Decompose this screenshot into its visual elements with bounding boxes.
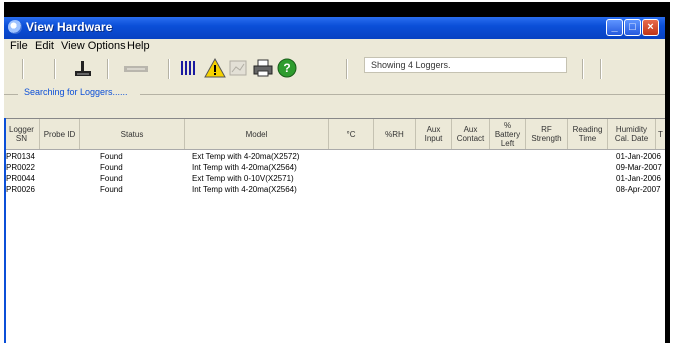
- cell-status: Found: [100, 152, 123, 161]
- column-header-model[interactable]: Model: [185, 119, 329, 149]
- app-icon: [8, 20, 22, 34]
- svg-text:?: ?: [283, 61, 290, 75]
- column-header-logger-sn[interactable]: Logger SN: [4, 119, 40, 149]
- column-header-humidity-cal-date[interactable]: Humidity Cal. Date: [608, 119, 656, 149]
- cell-humidity-cal-date: 01-Jan-2006: [616, 174, 661, 183]
- menu-edit[interactable]: Edit: [35, 40, 54, 52]
- print-tool-button[interactable]: [252, 57, 274, 79]
- report-tool-button[interactable]: [227, 57, 249, 79]
- column-header-celsius[interactable]: °C: [329, 119, 374, 149]
- table-header: Logger SN Probe ID Status Model °C %RH A…: [4, 119, 665, 150]
- close-button[interactable]: ×: [642, 19, 659, 36]
- cell-status: Found: [100, 174, 123, 183]
- menu-help[interactable]: Help: [127, 40, 150, 52]
- cell-model: Int Temp with 4-20ma(X2564): [192, 163, 297, 172]
- minimize-button[interactable]: _: [606, 19, 623, 36]
- table-row[interactable]: PR0026 Found Int Temp with 4-20ma(X2564)…: [4, 185, 665, 196]
- logger-connect-icon: [75, 61, 91, 76]
- divider: [140, 94, 665, 95]
- barcode-icon: [181, 61, 195, 75]
- cell-logger-sn: PR0044: [6, 174, 35, 183]
- menu-file[interactable]: File: [10, 40, 28, 52]
- toolbar-separator: [54, 59, 56, 79]
- table-row[interactable]: PR0134 Found Ext Temp with 4-20ma(X2572)…: [4, 152, 665, 163]
- toolbar-separator: [600, 59, 602, 79]
- help-icon: ?: [277, 58, 297, 78]
- title-bar[interactable]: View Hardware _ □ ×: [4, 17, 665, 39]
- cell-humidity-cal-date: 09-Mar-2007: [616, 163, 662, 172]
- cell-model: Ext Temp with 4-20ma(X2572): [192, 152, 300, 161]
- cell-logger-sn: PR0026: [6, 185, 35, 194]
- column-header-status[interactable]: Status: [80, 119, 185, 149]
- search-status-row: Searching for Loggers......: [4, 85, 665, 103]
- logger-count-status: Showing 4 Loggers.: [364, 57, 567, 73]
- column-header-probe-id[interactable]: Probe ID: [40, 119, 80, 149]
- warning-tool-button[interactable]: [204, 57, 226, 79]
- toolbar-separator: [22, 59, 24, 79]
- table-row[interactable]: PR0022 Found Int Temp with 4-20ma(X2564)…: [4, 163, 665, 174]
- divider: [4, 94, 18, 95]
- logger-table: Logger SN Probe ID Status Model °C %RH A…: [4, 118, 665, 343]
- maximize-button[interactable]: □: [624, 19, 641, 36]
- help-tool-button[interactable]: ?: [276, 57, 298, 79]
- toolbar-separator: [168, 59, 170, 79]
- column-header-aux-input[interactable]: Aux Input: [416, 119, 452, 149]
- report-disabled-icon: [229, 60, 247, 76]
- table-row[interactable]: PR0044 Found Ext Temp with 0-10V(X2571) …: [4, 174, 665, 185]
- close-icon: ×: [647, 21, 654, 33]
- column-header-rh[interactable]: %RH: [374, 119, 416, 149]
- warning-icon: [204, 57, 226, 78]
- toolbar-separator: [582, 59, 584, 79]
- toolbar: ? Showing 4 Loggers.: [4, 53, 665, 85]
- toolbar-separator: [107, 59, 109, 79]
- menu-bar: File Edit View Options Help: [4, 39, 665, 53]
- column-header-aux-contact[interactable]: Aux Contact: [452, 119, 490, 149]
- maximize-icon: □: [629, 21, 636, 33]
- device-tool-button[interactable]: [121, 57, 151, 79]
- device-disabled-icon: [124, 66, 148, 72]
- window-title: View Hardware: [26, 20, 113, 34]
- cell-model: Ext Temp with 0-10V(X2571): [192, 174, 294, 183]
- cell-status: Found: [100, 185, 123, 194]
- search-status-text: Searching for Loggers......: [24, 87, 128, 97]
- cell-logger-sn: PR0134: [6, 152, 35, 161]
- menu-view-options[interactable]: View Options: [61, 40, 126, 52]
- cell-humidity-cal-date: 01-Jan-2006: [616, 152, 661, 161]
- column-header-reading-time[interactable]: Reading Time: [568, 119, 608, 149]
- cell-status: Found: [100, 163, 123, 172]
- column-header-rf-strength[interactable]: RF Strength: [526, 119, 568, 149]
- minimize-icon: _: [611, 21, 618, 33]
- view-hardware-window: View Hardware _ □ × File Edit View Optio…: [4, 17, 665, 343]
- cell-humidity-cal-date: 08-Apr-2007: [616, 185, 661, 194]
- toolbar-separator: [346, 59, 348, 79]
- connect-tool-button[interactable]: [72, 57, 94, 79]
- window-left-border: [4, 118, 6, 343]
- column-header-t[interactable]: T: [656, 119, 665, 149]
- barcode-tool-button[interactable]: [178, 57, 200, 79]
- column-header-battery-left[interactable]: % Battery Left: [490, 119, 526, 149]
- printer-icon: [253, 59, 273, 77]
- cell-model: Int Temp with 4-20ma(X2564): [192, 185, 297, 194]
- cell-logger-sn: PR0022: [6, 163, 35, 172]
